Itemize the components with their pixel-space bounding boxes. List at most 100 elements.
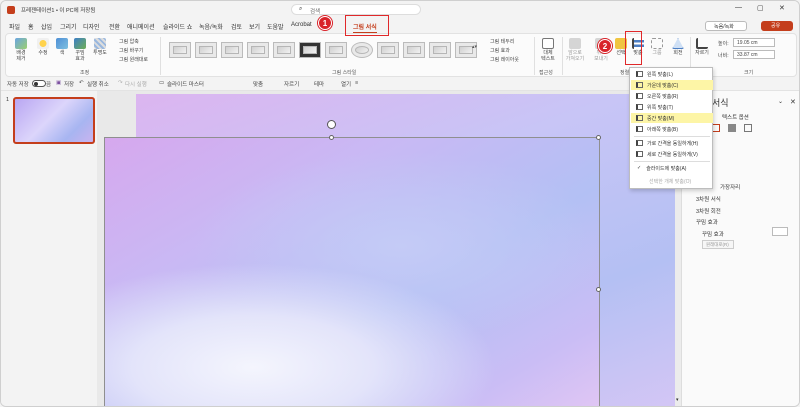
undo-icon[interactable]: ↶	[79, 80, 84, 86]
fill-line-icon[interactable]	[712, 124, 720, 132]
format-pane-options-icon[interactable]: ⌄	[778, 98, 783, 105]
minimize-icon[interactable]: —	[735, 4, 742, 11]
picture-style-2[interactable]	[195, 42, 217, 58]
ribbon-tabs: 파일 홈 삽입 그리기 디자인 전환 애니메이션 슬라이드 쇼 녹음/녹화 검토…	[1, 19, 799, 33]
tab-insert[interactable]: 삽입	[41, 22, 52, 31]
alt-text-button[interactable]: 대체 텍스트	[538, 38, 558, 62]
reset-picture-button[interactable]: 그림 원래대로	[119, 56, 148, 63]
picture-style-10[interactable]	[403, 42, 425, 58]
document-title: 프레젠테이션1 • 이 PC에 저장됨	[21, 8, 96, 14]
open-qat-label[interactable]: 열기	[341, 80, 351, 88]
slide-master-label[interactable]: 슬라이드 마스터	[167, 80, 204, 88]
distribute-horizontally-item[interactable]: 가로 간격을 동일하게(H)	[631, 138, 713, 148]
corrections-button[interactable]: 수정	[34, 38, 52, 56]
crop-icon	[696, 38, 708, 49]
text-options-tab[interactable]: 텍스트 옵션	[722, 113, 749, 121]
section-soft-edges[interactable]: 가장자리	[720, 183, 740, 191]
resize-handle[interactable]	[596, 287, 601, 292]
tab-file[interactable]: 파일	[9, 22, 20, 31]
picture-style-4[interactable]	[247, 42, 269, 58]
share-button[interactable]: 공유	[761, 21, 793, 31]
effects-icon[interactable]	[728, 124, 736, 132]
section-3d-rotation[interactable]: 3차원 회전	[696, 207, 721, 215]
artistic-effect-picker[interactable]	[772, 227, 788, 236]
more-icon[interactable]: ≡	[355, 80, 358, 86]
compress-pictures-button[interactable]: 그림 압축	[119, 38, 139, 45]
width-field[interactable]: 33.87 cm	[733, 50, 775, 59]
picture-style-7[interactable]	[325, 42, 347, 58]
picture-style-3[interactable]	[221, 42, 243, 58]
distribute-vertically-item[interactable]: 세로 간격을 동일하게(V)	[631, 149, 713, 159]
align-center-item[interactable]: 가운데 맞춤(C)	[631, 80, 713, 90]
align-right-item[interactable]: 오른쪽 맞춤(R)	[631, 91, 713, 101]
rotate-button[interactable]: 회전	[670, 38, 686, 56]
artistic-effects-button[interactable]: 꾸밈 효과	[70, 38, 90, 62]
picture-style-8[interactable]	[351, 42, 373, 58]
align-left-item[interactable]: 왼쪽 맞춤(L)	[631, 69, 713, 79]
picture-border-button[interactable]: 그림 테두리	[490, 38, 514, 45]
crop-qat-label[interactable]: 자르기	[284, 80, 299, 88]
crop-button[interactable]: 자르기	[694, 38, 710, 56]
align-middle-item[interactable]: 중간 맞춤(M)	[631, 113, 713, 123]
tab-design[interactable]: 디자인	[83, 22, 100, 31]
theme-qat-label[interactable]: 테마	[314, 80, 324, 88]
tab-help[interactable]: 도움말	[267, 22, 284, 31]
format-pane-close-icon[interactable]: ✕	[790, 98, 796, 106]
maximize-icon[interactable]: ▢	[757, 4, 764, 12]
rotation-handle-icon[interactable]	[327, 120, 336, 129]
picture-style-9[interactable]	[377, 42, 399, 58]
tab-record[interactable]: 녹음/녹화	[199, 22, 223, 31]
resize-handle[interactable]	[596, 135, 601, 140]
change-picture-button[interactable]: 그림 바꾸기	[119, 47, 143, 54]
slide-thumbnail[interactable]	[13, 97, 95, 144]
align-to-slide-item[interactable]: ✓ 슬라이드에 맞춤(A)	[631, 163, 713, 173]
transparency-button[interactable]: 투명도	[90, 38, 110, 56]
align-qat-label[interactable]: 맞춤	[253, 80, 263, 88]
align-bottom-item[interactable]: 아래쪽 맞춤(B)	[631, 124, 713, 134]
picture-style-5[interactable]	[273, 42, 295, 58]
bring-forward-button[interactable]: 앞으로 가져오기	[562, 38, 588, 62]
group-button[interactable]: 그룹	[650, 38, 664, 56]
tab-home[interactable]: 홈	[28, 22, 34, 31]
remove-background-icon	[15, 38, 27, 49]
height-field[interactable]: 19.05 cm	[733, 38, 775, 47]
tab-acrobat[interactable]: Acrobat	[291, 22, 312, 28]
autosave-toggle[interactable]	[32, 80, 46, 87]
tab-draw[interactable]: 그리기	[60, 22, 77, 31]
search-box[interactable]: ⌕ 검색	[291, 4, 421, 15]
tab-review[interactable]: 검토	[231, 22, 242, 31]
tab-transitions[interactable]: 전환	[109, 22, 120, 31]
adjust-group-label: 조정	[80, 70, 90, 76]
scroll-down-icon[interactable]: ▾	[676, 397, 679, 403]
redo-icon[interactable]: ↷	[118, 80, 123, 86]
section-artistic-effects[interactable]: 꾸밈 효과	[696, 218, 718, 226]
color-button[interactable]: 색	[54, 38, 70, 56]
picture-style-6[interactable]	[299, 42, 321, 58]
save-label[interactable]: 저장	[64, 80, 74, 88]
undo-label[interactable]: 실행 취소	[87, 80, 109, 88]
picture-style-1[interactable]	[169, 42, 191, 58]
height-label: 높이:	[718, 41, 729, 47]
align-top-item[interactable]: 위쪽 맞춤(T)	[631, 102, 713, 112]
redo-label[interactable]: 다시 실행	[125, 80, 147, 88]
save-icon[interactable]: ▣	[56, 80, 61, 86]
tab-animations[interactable]: 애니메이션	[127, 22, 155, 31]
resize-handle[interactable]	[329, 135, 334, 140]
record-button[interactable]: 녹음/녹화	[705, 21, 747, 31]
picture-layout-button[interactable]: 그림 레이아웃	[490, 56, 519, 63]
search-placeholder: 검색	[310, 9, 321, 15]
close-icon[interactable]: ✕	[779, 4, 785, 12]
slide-master-icon[interactable]: ▭	[159, 80, 164, 86]
menu-item-label: 오른쪽 맞춤(R)	[647, 93, 679, 100]
tab-view[interactable]: 보기	[249, 22, 260, 31]
tab-slideshow[interactable]: 슬라이드 쇼	[163, 22, 192, 31]
picture-style-11[interactable]	[429, 42, 451, 58]
selected-picture[interactable]	[104, 137, 600, 406]
styles-scroll-icon[interactable]: ▴▾	[472, 44, 477, 50]
section-3d-format[interactable]: 3차원 서식	[696, 195, 721, 203]
align-selected-objects-item[interactable]: 선택한 개체 맞춤(O)	[631, 176, 713, 186]
picture-icon[interactable]	[744, 124, 752, 132]
remove-background-button[interactable]: 배경 제거	[10, 38, 32, 62]
reset-button[interactable]: 원래대로(R)	[702, 240, 734, 249]
picture-effects-button[interactable]: 그림 효과	[490, 47, 510, 54]
